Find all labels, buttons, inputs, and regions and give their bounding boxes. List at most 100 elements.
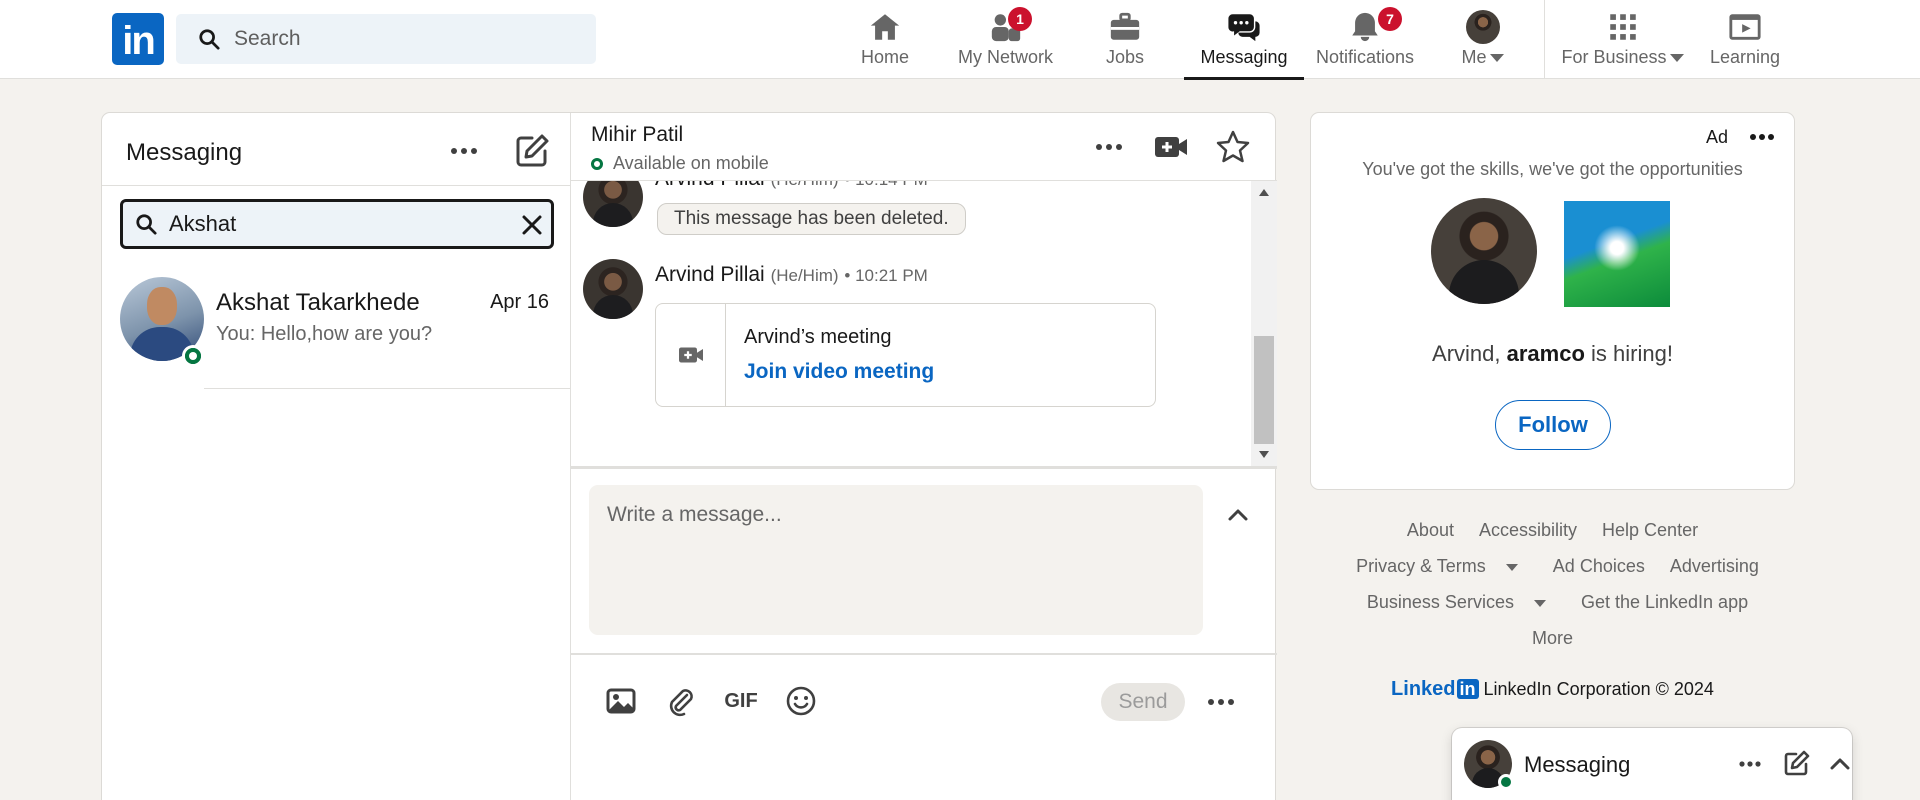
message-time: • 10:14 PM — [844, 181, 927, 189]
nav-jobs-label: Jobs — [1105, 47, 1145, 67]
scroll-down-icon[interactable] — [1259, 451, 1269, 458]
messaging-panel: Messaging Akshat Takarkhede Apr 16 You: … — [101, 112, 1277, 800]
send-button[interactable]: Send — [1101, 683, 1185, 721]
messaging-header: Messaging — [102, 113, 571, 186]
global-search[interactable] — [176, 14, 596, 64]
linkedin-wordmark: Linked in — [1391, 678, 1479, 700]
sender-avatar[interactable] — [583, 259, 643, 319]
footer-row: Privacy & Terms Ad Choices Advertising — [1310, 556, 1795, 577]
messaging-overlay[interactable]: Messaging — [1452, 728, 1852, 800]
footer-link-accessibility[interactable]: Accessibility — [1479, 520, 1577, 540]
meeting-icon-cell — [656, 304, 726, 406]
deleted-message: This message has been deleted. — [657, 203, 966, 235]
attach-file-button[interactable] — [661, 681, 701, 721]
meeting-title: Arvind’s meeting — [744, 326, 892, 348]
ad-tagline: You've got the skills, we've got the opp… — [1362, 159, 1743, 179]
footer-link-business-services[interactable]: Business Services — [1357, 592, 1556, 612]
message-header: Arvind Pillai (He/Him) • 10:14 PM — [655, 181, 928, 191]
footer-link-privacy-terms[interactable]: Privacy & Terms — [1346, 556, 1528, 576]
notifications-badge: 7 — [1378, 7, 1402, 31]
search-input[interactable] — [234, 14, 574, 64]
thread-header: Mihir Patil Available on mobile — [571, 113, 1277, 181]
footer-row: More — [1310, 628, 1795, 649]
clear-search-icon[interactable] — [519, 212, 545, 238]
gif-button[interactable]: GIF — [721, 681, 761, 721]
divider — [204, 388, 571, 389]
chevron-down-icon — [1489, 54, 1504, 63]
nav-home[interactable]: Home — [845, 0, 925, 79]
expand-composer-icon[interactable] — [1222, 499, 1254, 531]
overlay-more-icon[interactable] — [1732, 746, 1768, 782]
ad-hiring-text: Arvind, aramco is hiring! — [1432, 341, 1673, 366]
sender-name[interactable]: Arvind Pillai — [655, 263, 765, 286]
nav-jobs[interactable]: Jobs — [1085, 0, 1165, 79]
nav-learning[interactable]: Learning — [1705, 0, 1785, 79]
video-call-icon[interactable] — [1151, 127, 1191, 167]
sender-avatar[interactable] — [583, 181, 643, 227]
ad-more-icon[interactable] — [1745, 123, 1779, 151]
chevron-up-icon[interactable] — [1822, 746, 1858, 782]
composer-more-icon[interactable] — [1201, 683, 1241, 721]
more-options-icon[interactable] — [444, 133, 484, 169]
scroll-thumb[interactable] — [1254, 336, 1274, 444]
conversation-snippet: You: Hello,how are you? — [216, 323, 433, 345]
conversation-search[interactable] — [120, 199, 554, 249]
composer-divider — [571, 653, 1277, 655]
ad-card: Ad You've got the skills, we've got the … — [1310, 112, 1795, 490]
overlay-title: Messaging — [1524, 752, 1631, 777]
footer-link-more[interactable]: More — [1532, 628, 1573, 648]
footer-link-get-app[interactable]: Get the LinkedIn app — [1581, 592, 1748, 612]
message-composer[interactable] — [589, 485, 1203, 635]
home-icon — [870, 14, 900, 40]
thread-more-icon[interactable] — [1089, 129, 1129, 165]
thread-contact-name[interactable]: Mihir Patil — [591, 123, 683, 147]
sender-name[interactable]: Arvind Pillai — [655, 181, 765, 190]
learning-icon — [1729, 14, 1761, 40]
avatar-icon — [1465, 10, 1500, 44]
video-camera-icon — [679, 347, 703, 363]
follow-button[interactable]: Follow — [1495, 400, 1611, 450]
nav-my-network[interactable]: 1 My Network — [948, 0, 1063, 79]
copyright-text: LinkedIn Corporation © 2024 — [1483, 679, 1714, 699]
nav-for-business[interactable]: For Business — [1560, 0, 1685, 79]
scroll-up-icon[interactable] — [1259, 189, 1269, 196]
copyright: Linked in LinkedIn Corporation © 2024 — [1310, 678, 1795, 701]
compose-icon[interactable] — [1778, 746, 1814, 782]
chevron-down-icon — [1505, 563, 1518, 571]
footer-link-help-center[interactable]: Help Center — [1602, 520, 1698, 540]
top-nav: in Home 1 My Network Jobs Messaging 7 No… — [0, 0, 1920, 80]
messaging-title: Messaging — [126, 139, 243, 166]
search-icon — [199, 29, 220, 50]
message-time: • 10:21 PM — [844, 266, 928, 285]
star-icon[interactable] — [1213, 127, 1253, 167]
join-meeting-link[interactable]: Join video meeting — [744, 360, 934, 384]
nav-notifications[interactable]: 7 Notifications — [1310, 0, 1420, 79]
message-list[interactable]: Arvind Pillai (He/Him) • 10:14 PM This m… — [571, 181, 1277, 469]
nav-messaging[interactable]: Messaging — [1184, 0, 1304, 80]
footer-row: Business Services Get the LinkedIn app — [1310, 592, 1795, 613]
message-header: Arvind Pillai (He/Him) • 10:21 PM — [655, 263, 928, 287]
conversation-name: Akshat Takarkhede — [216, 289, 420, 316]
emoji-button[interactable] — [781, 681, 821, 721]
footer-link-advertising[interactable]: Advertising — [1670, 556, 1759, 576]
message-list-scrollbar[interactable] — [1251, 181, 1277, 466]
nav-me[interactable]: Me — [1440, 0, 1525, 79]
company-logo[interactable] — [1564, 201, 1670, 307]
compose-icon[interactable] — [512, 131, 552, 171]
conversation-item[interactable]: Akshat Takarkhede Apr 16 You: Hello,how … — [102, 261, 571, 389]
footer-link-about[interactable]: About — [1407, 520, 1454, 540]
footer-link-ad-choices[interactable]: Ad Choices — [1553, 556, 1645, 576]
nav-notifications-label: Notifications — [1315, 47, 1415, 67]
sender-pronouns: (He/Him) — [771, 181, 839, 189]
bell-icon — [1352, 12, 1378, 42]
briefcase-icon — [1110, 12, 1140, 40]
nav-my-network-label: My Network — [957, 47, 1053, 67]
message-input[interactable] — [589, 485, 1203, 635]
nav-divider — [1544, 0, 1545, 79]
search-icon — [136, 214, 157, 235]
attach-image-button[interactable] — [601, 681, 641, 721]
message-thread: Mihir Patil Available on mobile Arvind P… — [571, 113, 1277, 800]
linkedin-logo[interactable]: in — [112, 13, 164, 65]
conversation-search-input[interactable] — [169, 202, 499, 246]
conversation-list-pane: Messaging Akshat Takarkhede Apr 16 You: … — [102, 113, 571, 800]
